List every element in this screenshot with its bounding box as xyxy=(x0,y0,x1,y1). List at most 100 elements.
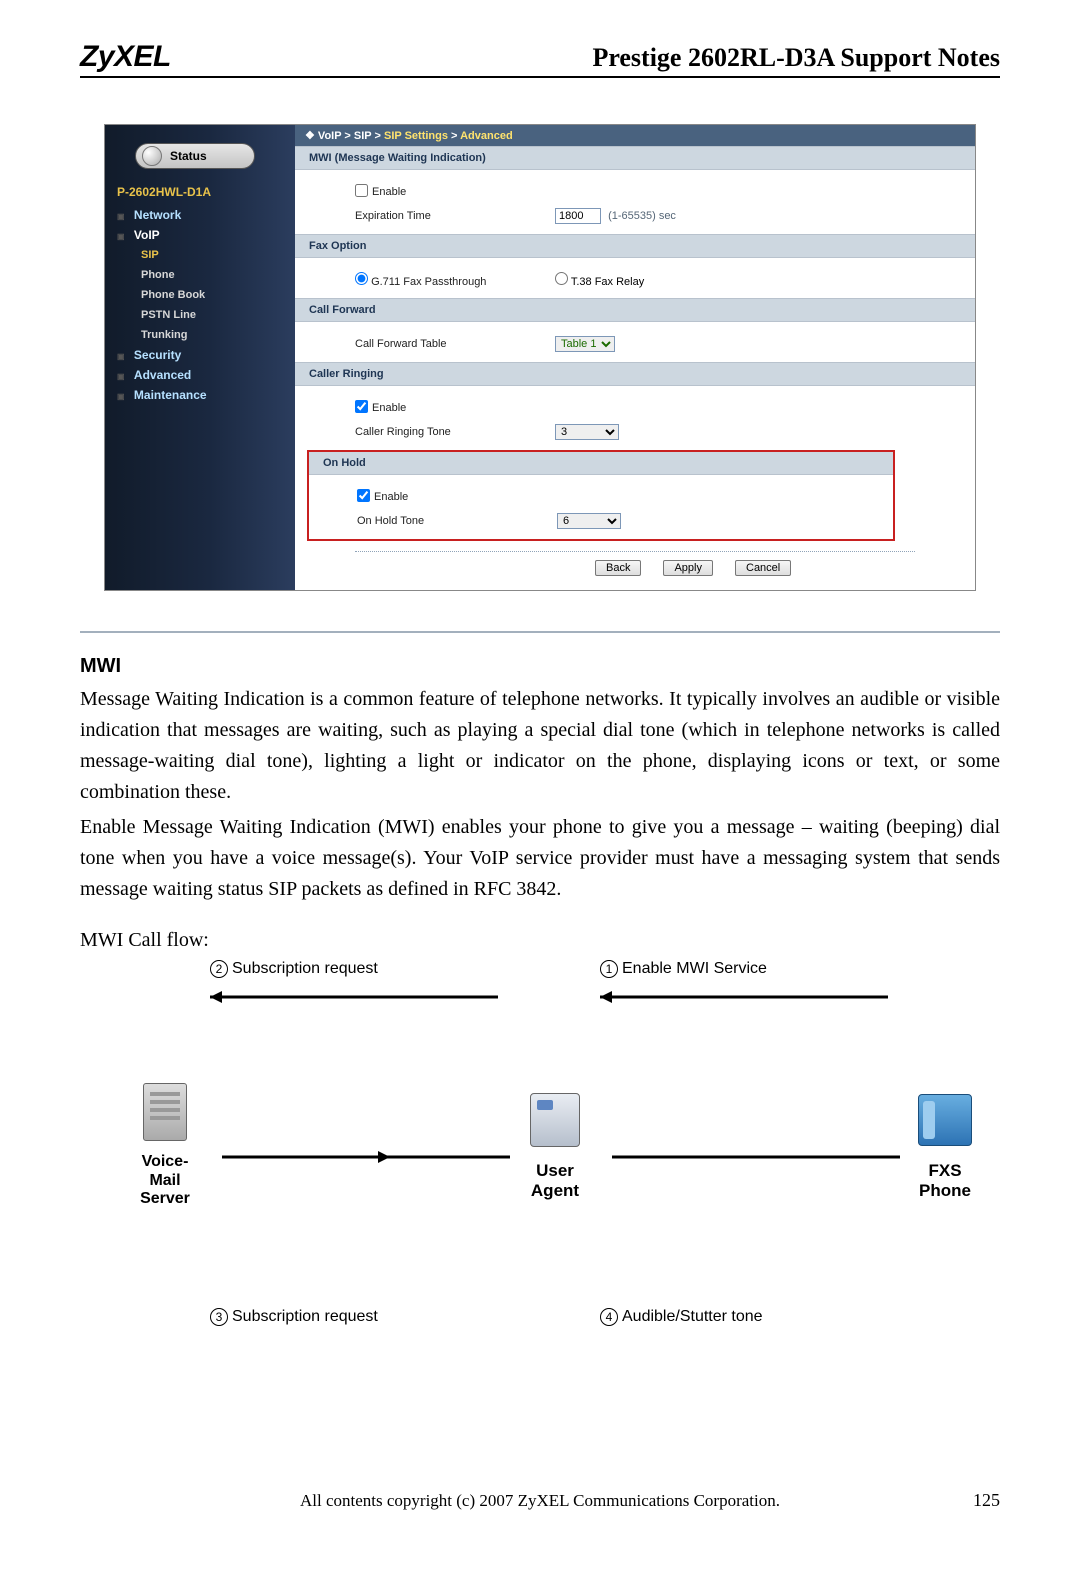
fwd-select[interactable]: Table 1 xyxy=(555,336,615,352)
nav-voip[interactable]: ▣ VoIP xyxy=(117,225,285,245)
minus-icon: ▣ xyxy=(117,232,125,241)
arrow-right-icon xyxy=(210,988,510,1138)
section-hold-header: On Hold xyxy=(309,452,893,475)
product-model: P-2602HWL-D1A xyxy=(117,185,285,199)
nav-label: VoIP xyxy=(134,228,160,242)
mwi-enable-checkbox[interactable] xyxy=(355,184,368,197)
plus-icon: ▣ xyxy=(117,372,125,381)
nav-pstn-line[interactable]: PSTN Line xyxy=(141,305,285,325)
section-ring-body: Enable Caller Ringing Tone 3 xyxy=(295,386,975,450)
section-fax-body: G.711 Fax Passthrough T.38 Fax Relay xyxy=(295,258,975,298)
ring-enable-checkbox[interactable] xyxy=(355,400,368,413)
section-ring-header: Caller Ringing xyxy=(295,362,975,386)
voip-children: SIP Phone Phone Book PSTN Line Trunking xyxy=(141,245,285,345)
page-footer: All contents copyright (c) 2007 ZyXEL Co… xyxy=(80,1490,1000,1511)
section-fax-header: Fax Option xyxy=(295,234,975,258)
nav-security[interactable]: ▣ Security xyxy=(117,345,285,365)
nav-label: Maintenance xyxy=(134,388,207,402)
dotted-divider xyxy=(355,551,915,552)
user-agent-icon xyxy=(530,1093,580,1147)
status-label: Status xyxy=(170,149,207,163)
cancel-button[interactable]: Cancel xyxy=(735,560,791,576)
node3-caption: FXS Phone xyxy=(910,1161,980,1200)
nav-trunking[interactable]: Trunking xyxy=(141,325,285,345)
page-number: 125 xyxy=(940,1490,1000,1511)
ring-enable-label: Enable xyxy=(372,402,406,414)
breadcrumb: ❖ VoIP > SIP > SIP Settings > Advanced xyxy=(295,125,975,146)
mwi-exp-hint: (1-65535) sec xyxy=(608,210,676,222)
ring-tone-select[interactable]: 3 xyxy=(555,424,619,440)
hold-enable-label: Enable xyxy=(374,491,408,503)
arrows-right: 1Enable MWI Service 4Audible/Stutter ton… xyxy=(590,960,910,1326)
mwi-exp-label: Expiration Time xyxy=(355,210,555,222)
plus-icon: ▣ xyxy=(117,392,125,401)
mwi-paragraph-1: Message Waiting Indication is a common f… xyxy=(80,684,1000,808)
fax-g711-radio[interactable] xyxy=(355,272,368,285)
mwi-heading: MWI xyxy=(80,655,1000,678)
section-mwi-body: Enable Expiration Time (1-65535) sec xyxy=(295,170,975,234)
arrow4-label: 4Audible/Stutter tone xyxy=(600,1308,763,1326)
mwi-exp-input[interactable] xyxy=(555,208,601,224)
arrow-right-icon xyxy=(600,988,900,1138)
zyxel-logo: ZyXEL xyxy=(80,40,171,74)
nav-phone[interactable]: Phone xyxy=(141,265,285,285)
fwd-label: Call Forward Table xyxy=(355,338,555,350)
nav-label: Advanced xyxy=(134,368,191,382)
bc3: SIP Settings xyxy=(384,130,448,142)
mwi-paragraph-2: Enable Message Waiting Indication (MWI) … xyxy=(80,812,1000,905)
flow-label: MWI Call flow: xyxy=(80,929,1000,952)
fax-g711-label: G.711 Fax Passthrough xyxy=(371,276,486,288)
plus-icon: ▣ xyxy=(117,212,125,221)
arrows-left: 2Subscription request 3Subscription requ… xyxy=(200,960,520,1326)
arrow2-label: 2Subscription request xyxy=(210,960,378,978)
phone-icon xyxy=(918,1094,972,1146)
nav-advanced[interactable]: ▣ Advanced xyxy=(117,365,285,385)
section-hold-body: Enable On Hold Tone 6 xyxy=(309,475,893,539)
body-text: MWI Message Waiting Indication is a comm… xyxy=(80,631,1000,1330)
page-header: ZyXEL Prestige 2602RL-D3A Support Notes xyxy=(80,40,1000,78)
bc1: VoIP xyxy=(318,130,341,142)
nav-label: Security xyxy=(134,348,181,362)
on-hold-highlighted-box: On Hold Enable On Hold Tone 6 xyxy=(307,450,895,541)
hold-tone-select[interactable]: 6 xyxy=(557,513,621,529)
copyright-text: All contents copyright (c) 2007 ZyXEL Co… xyxy=(140,1491,940,1511)
arrow-left-icon xyxy=(600,1148,900,1298)
sidebar: Status P-2602HWL-D1A ▣ Network ▣ VoIP SI… xyxy=(105,125,295,590)
button-row: Back Apply Cancel xyxy=(595,560,975,576)
fxs-phone-node: FXS Phone xyxy=(910,1085,980,1200)
node2-caption: User Agent xyxy=(520,1161,590,1200)
apply-button[interactable]: Apply xyxy=(663,560,713,576)
doc-title: Prestige 2602RL-D3A Support Notes xyxy=(592,43,1000,73)
bc2: SIP xyxy=(354,130,372,142)
back-button[interactable]: Back xyxy=(595,560,641,576)
nav-sip[interactable]: SIP xyxy=(141,245,285,265)
nav-phone-book[interactable]: Phone Book xyxy=(141,285,285,305)
section-divider xyxy=(80,631,1000,633)
section-mwi-header: MWI (Message Waiting Indication) xyxy=(295,146,975,170)
arrow1-label: 1Enable MWI Service xyxy=(600,960,767,978)
hold-enable-checkbox[interactable] xyxy=(357,489,370,502)
status-disc-icon xyxy=(142,146,162,166)
nav-label: Network xyxy=(134,208,181,222)
fax-t38-label: T.38 Fax Relay xyxy=(571,276,644,288)
server-icon xyxy=(143,1083,187,1141)
node1-caption: Voice-MailServer xyxy=(130,1153,200,1208)
section-fwd-body: Call Forward Table Table 1 xyxy=(295,322,975,362)
nav-maintenance[interactable]: ▣ Maintenance xyxy=(117,385,285,405)
ring-tone-label: Caller Ringing Tone xyxy=(355,426,555,438)
status-button[interactable]: Status xyxy=(135,143,255,169)
router-ui-screenshot: Status P-2602HWL-D1A ▣ Network ▣ VoIP SI… xyxy=(104,124,976,591)
user-agent-node: User Agent xyxy=(520,1085,590,1200)
bc4: Advanced xyxy=(460,130,513,142)
section-fwd-header: Call Forward xyxy=(295,298,975,322)
mwi-enable-label: Enable xyxy=(372,186,406,198)
content-pane: ❖ VoIP > SIP > SIP Settings > Advanced M… xyxy=(295,125,975,590)
mwi-call-flow-diagram: Voice-MailServer 2Subscription request 3… xyxy=(130,954,950,1330)
hold-tone-label: On Hold Tone xyxy=(357,515,557,527)
bc-icon: ❖ xyxy=(305,130,318,142)
nav-network[interactable]: ▣ Network xyxy=(117,205,285,225)
arrow-left-icon xyxy=(210,1148,510,1298)
voice-mail-server-node: Voice-MailServer xyxy=(130,1077,200,1208)
plus-icon: ▣ xyxy=(117,352,125,361)
fax-t38-radio[interactable] xyxy=(555,272,568,285)
